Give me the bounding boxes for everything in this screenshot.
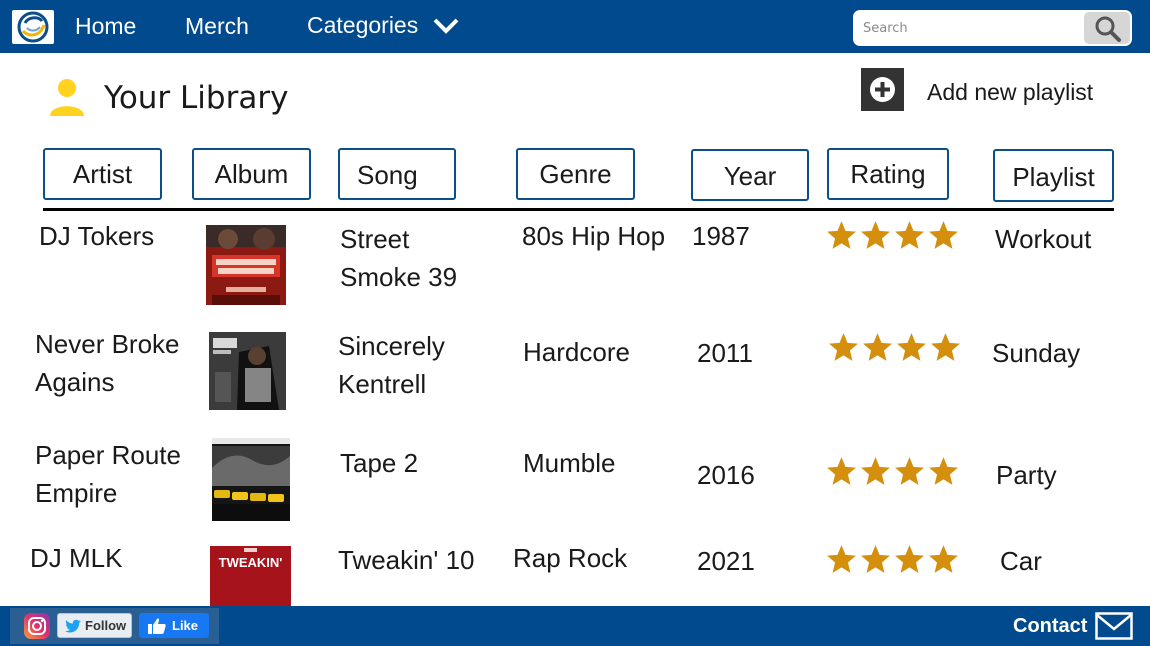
artist-cell: DJ MLK — [30, 539, 122, 577]
star-icon[interactable] — [825, 543, 858, 576]
column-header-rating[interactable]: Rating — [827, 148, 949, 200]
column-header-song[interactable]: Song — [338, 148, 456, 200]
artist-cell: Never Broke Agains — [35, 325, 180, 401]
star-icon[interactable] — [893, 543, 926, 576]
album-art[interactable] — [212, 438, 290, 521]
star-icon[interactable] — [893, 455, 926, 488]
nav-home-link[interactable]: Home — [75, 12, 136, 40]
star-icon[interactable] — [927, 543, 960, 576]
song-title-line: Kentrell — [338, 369, 427, 399]
playlist-cell[interactable]: Sunday — [992, 334, 1080, 372]
star-icon[interactable] — [927, 455, 960, 488]
column-header-label: Artist — [72, 159, 133, 189]
mail-icon[interactable] — [1095, 612, 1133, 640]
column-header-label: Year — [723, 161, 777, 191]
song-title: Tweakin' 10 — [338, 545, 475, 575]
header-divider — [43, 208, 1114, 211]
year-cell: 2011 — [697, 338, 753, 368]
artist-name-line: Empire — [35, 478, 118, 508]
artist-cell: DJ Tokers — [39, 217, 154, 255]
star-icon[interactable] — [927, 219, 960, 252]
playlist-cell[interactable]: Party — [996, 456, 1057, 494]
contact-link[interactable]: Contact — [1013, 614, 1087, 638]
thumbs-up-icon — [148, 618, 166, 634]
top-nav-bar: Home Merch Categories — [0, 0, 1150, 53]
like-label: Like — [172, 618, 199, 633]
twitter-follow-button[interactable]: Follow — [57, 613, 132, 638]
star-icon[interactable] — [861, 331, 894, 364]
song-cell: Tweakin' 10 — [338, 541, 475, 579]
plus-circle-icon — [870, 77, 895, 102]
search-input[interactable] — [853, 10, 1085, 46]
star-icon[interactable] — [825, 455, 858, 488]
star-icon[interactable] — [895, 331, 928, 364]
song-title-line: Sincerely — [338, 331, 445, 361]
album-art[interactable] — [206, 225, 286, 305]
artist-cell: Paper Route Empire — [35, 436, 181, 512]
star-icon[interactable] — [827, 331, 860, 364]
column-header-label: Album — [214, 159, 289, 189]
playlist-cell[interactable]: Workout — [995, 220, 1091, 258]
song-cell: Tape 2 — [340, 444, 418, 482]
facebook-like-button[interactable]: Like — [139, 613, 209, 638]
column-header-album[interactable]: Album — [192, 148, 311, 200]
genre-cell: Hardcore — [523, 337, 630, 367]
year-cell: 2021 — [697, 546, 755, 576]
artist-name-line: Paper Route — [35, 440, 181, 470]
rating-stars[interactable] — [827, 331, 963, 364]
artist-name: DJ Tokers — [39, 221, 155, 251]
column-header-label: Song — [357, 160, 418, 190]
page-title: Your Library — [104, 80, 289, 116]
song-cell: Sincerely Kentrell — [338, 327, 445, 403]
add-playlist-label[interactable]: Add new playlist — [927, 78, 1093, 106]
star-icon[interactable] — [859, 219, 892, 252]
nav-merch-link[interactable]: Merch — [185, 12, 249, 40]
column-header-artist[interactable]: Artist — [43, 148, 162, 200]
search-icon — [1095, 16, 1121, 42]
column-header-genre[interactable]: Genre — [516, 148, 635, 200]
logo-icon[interactable] — [12, 10, 54, 44]
song-title-line: Smoke 39 — [340, 262, 458, 292]
search-box — [853, 10, 1132, 46]
star-icon[interactable] — [859, 543, 892, 576]
album-art[interactable] — [209, 332, 286, 410]
year-cell: 2016 — [697, 460, 755, 490]
playlist-cell[interactable]: Car — [1000, 542, 1042, 580]
column-header-label: Genre — [539, 159, 612, 189]
artist-name-line: Never Broke — [35, 329, 180, 359]
twitter-bird-icon — [65, 619, 81, 633]
search-button[interactable] — [1084, 12, 1130, 44]
user-icon — [50, 79, 84, 116]
rating-stars[interactable] — [825, 455, 961, 488]
year-cell: 1987 — [692, 221, 750, 251]
nav-categories-link[interactable]: Categories — [307, 11, 418, 39]
song-cell: Street Smoke 39 — [340, 220, 457, 296]
add-playlist-button[interactable] — [861, 68, 904, 111]
star-icon[interactable] — [893, 219, 926, 252]
rating-stars[interactable] — [825, 219, 961, 252]
genre-cell: Mumble — [523, 448, 616, 478]
star-icon[interactable] — [825, 219, 858, 252]
artist-name: DJ MLK — [30, 543, 123, 573]
column-header-year[interactable]: Year — [691, 149, 809, 201]
chevron-down-icon[interactable] — [433, 17, 459, 35]
genre-cell: Rap Rock — [513, 543, 628, 573]
column-header-playlist[interactable]: Playlist — [993, 149, 1114, 202]
star-icon[interactable] — [859, 455, 892, 488]
column-header-label: Rating — [850, 159, 926, 189]
album-art-text: TWEAKIN' — [218, 555, 283, 570]
song-title-line: Street — [340, 224, 410, 254]
rating-stars[interactable] — [825, 543, 961, 576]
instagram-icon[interactable] — [24, 613, 50, 639]
column-header-label: Playlist — [1012, 162, 1095, 192]
album-art[interactable]: TWEAKIN' — [210, 546, 291, 606]
artist-name-line: Agains — [35, 367, 115, 397]
follow-label: Follow — [85, 618, 127, 633]
genre-cell: 80s Hip Hop — [522, 221, 666, 251]
song-title: Tape 2 — [340, 448, 419, 478]
star-icon[interactable] — [929, 331, 962, 364]
